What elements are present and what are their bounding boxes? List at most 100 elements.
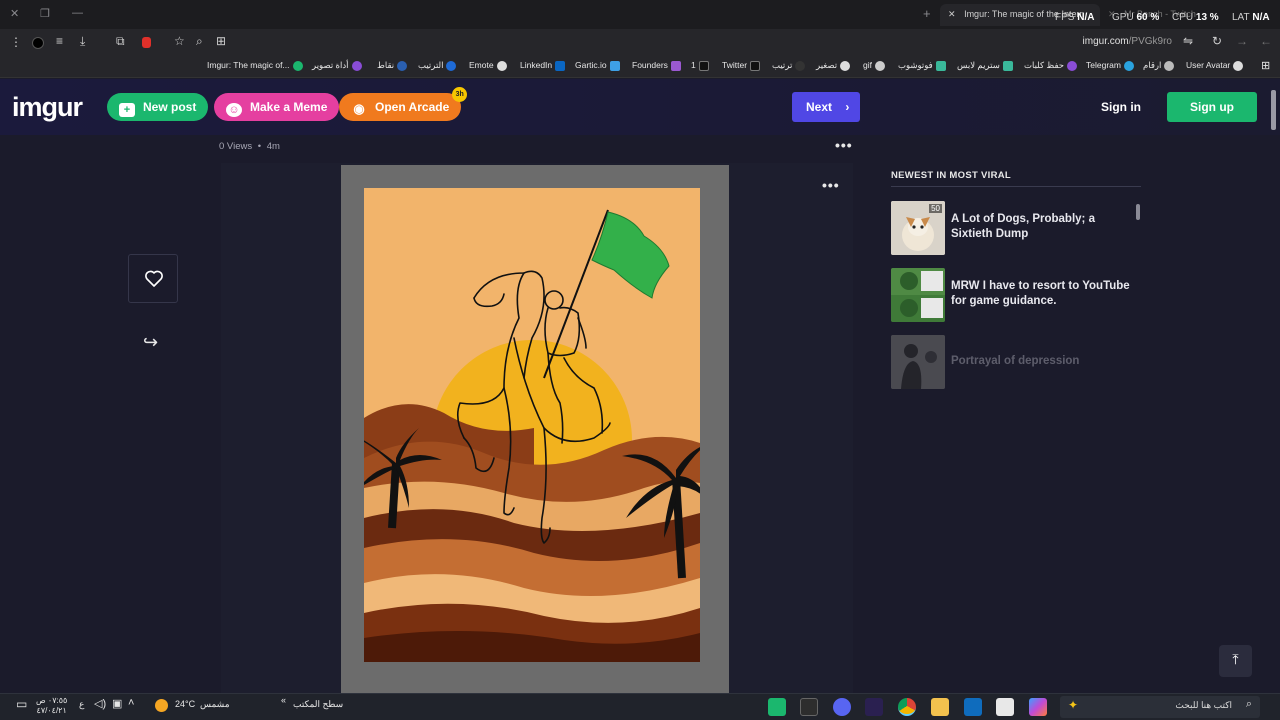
make-meme-button[interactable]: ☺ Make a Meme <box>214 93 340 121</box>
viral-post-item[interactable]: 50 A Lot of Dogs, Probably; a Sixtieth D… <box>891 201 1141 255</box>
desktop-toolbar-label[interactable]: سطح المكتب <box>293 699 343 710</box>
meme-face-icon: ☺ <box>226 103 242 117</box>
taskbar-search-box[interactable]: ✦ اكتب هنا للبحث ⌕ <box>1060 696 1260 718</box>
close-tab-icon[interactable]: ✕ <box>948 9 956 19</box>
bookmark-item[interactable]: gif <box>863 60 885 71</box>
all-bookmarks-icon[interactable]: ⊞ <box>1261 59 1270 72</box>
outlook-icon[interactable] <box>964 698 982 716</box>
reload-icon[interactable]: ↻ <box>1212 34 1222 48</box>
bookmark-item[interactable]: LinkedIn <box>520 60 566 71</box>
file-explorer-icon[interactable] <box>931 698 949 716</box>
share-arrow-icon[interactable]: ↪ <box>143 332 158 353</box>
circle-favicon-icon <box>840 60 851 71</box>
menu-dots-icon[interactable]: ⋮ <box>10 35 22 49</box>
viral-post-title: MRW I have to resort to YouTube for game… <box>951 280 1130 307</box>
profile-avatar-icon[interactable] <box>32 37 44 49</box>
bookmark-item[interactable]: Imgur: The magic of... <box>207 60 303 71</box>
gamepad-icon: ◉ <box>353 101 365 116</box>
weather-temp[interactable]: 24°C <box>175 699 195 709</box>
minimize-window-icon[interactable]: — <box>72 7 83 19</box>
new-post-label: New post <box>143 100 197 114</box>
volume-icon[interactable]: ◁) <box>94 697 106 710</box>
arcade-badge: 3h <box>452 87 468 102</box>
playlist-icon[interactable]: ≡ <box>56 34 63 48</box>
page-scrollbar[interactable] <box>1271 90 1276 130</box>
bookmark-item[interactable]: Gartic.io <box>575 60 620 71</box>
translate-icon[interactable]: ⊞ <box>216 34 226 48</box>
discord-icon[interactable] <box>833 698 851 716</box>
meta-separator: • <box>257 141 262 152</box>
favorite-button[interactable] <box>128 254 178 303</box>
plus-icon: + <box>119 103 135 117</box>
bookmark-item[interactable]: 1 <box>691 60 709 71</box>
restore-window-icon[interactable]: ❐ <box>40 7 50 20</box>
epic-games-icon[interactable] <box>800 698 818 716</box>
windows-taskbar: ▭ ٠٧:٥٥ ص ٤٧/٠٤/٢١ ع ◁) ▣ ˄ 24°C مشمس « … <box>0 693 1280 720</box>
download-icon[interactable]: ⤓ <box>80 34 85 49</box>
viral-post-item[interactable]: Portrayal of depression <box>891 335 1141 389</box>
bookmark-item[interactable]: Emote <box>469 60 507 71</box>
new-post-button[interactable]: + New post <box>107 93 209 121</box>
back-to-top-button[interactable]: ⤒ <box>1219 645 1252 677</box>
site-settings-icon[interactable]: ⇋ <box>1183 34 1193 48</box>
new-tab-icon[interactable]: + <box>923 6 931 21</box>
bookmark-item[interactable]: Telegram <box>1086 60 1134 71</box>
bookmark-label: 1 <box>691 60 696 70</box>
forward-icon[interactable]: → <box>1236 34 1248 48</box>
imgur-logo[interactable]: imgur <box>12 92 83 123</box>
bookmark-item[interactable]: ستريم لابس <box>957 60 1013 71</box>
bookmark-item[interactable]: تصغير <box>816 60 851 71</box>
store-icon[interactable] <box>996 698 1014 716</box>
network-icon[interactable]: ▣ <box>112 697 122 710</box>
shield-extension-icon[interactable] <box>142 37 151 48</box>
image-options-icon[interactable]: ••• <box>822 177 840 193</box>
bookmarks-bar: Imgur: The magic of... أداة تصوير نقاط ا… <box>0 56 1280 78</box>
back-icon[interactable]: ← <box>1260 34 1272 48</box>
viral-post-item[interactable]: MRW I have to resort to YouTube for game… <box>891 268 1141 322</box>
next-label: Next <box>806 100 833 114</box>
post-options-icon[interactable]: ••• <box>835 137 853 153</box>
open-arcade-button[interactable]: ◉ Open Arcade 3h <box>339 87 468 121</box>
cpu-value: 13 % <box>1195 12 1219 23</box>
extensions-icon[interactable]: ⧉ <box>116 34 125 49</box>
close-window-icon[interactable]: ✕ <box>10 7 19 20</box>
gpu-value: 60 % <box>1136 12 1160 23</box>
bookmark-item[interactable]: أداة تصوير <box>312 60 362 71</box>
url-field[interactable]: imgur.com/PVGk9ro <box>1083 36 1172 47</box>
copilot-icon[interactable] <box>1029 698 1047 716</box>
gif-favicon-icon <box>874 60 885 71</box>
fps-overlay: FPS N/A <box>1055 12 1094 23</box>
next-post-button[interactable]: Next › <box>792 92 860 122</box>
bookmark-item[interactable]: ترتيب <box>772 60 806 71</box>
bookmark-item[interactable]: الترتيب <box>418 60 457 71</box>
bookmark-item[interactable]: حفظ كلبات <box>1024 60 1078 71</box>
numbers-favicon-icon <box>1164 60 1175 71</box>
clock[interactable]: ٠٧:٥٥ ص ٤٧/٠٤/٢١ <box>36 696 67 716</box>
bookmark-item[interactable]: Twitter <box>722 60 761 71</box>
chrome-icon[interactable] <box>898 698 916 716</box>
sign-in-link[interactable]: Sign in <box>1101 100 1141 114</box>
linkedin-favicon-icon <box>555 60 566 71</box>
emote-favicon-icon <box>496 60 507 71</box>
desktop-chevron-icon[interactable]: « <box>281 695 286 705</box>
bookmark-label: Twitter <box>722 60 748 70</box>
imgur-app-icon[interactable] <box>768 698 786 716</box>
bookmark-label: Gartic.io <box>575 60 607 70</box>
hulk-thumbnail-icon <box>891 268 945 322</box>
notification-icon[interactable]: ▭ <box>16 697 27 711</box>
sign-up-button[interactable]: Sign up <box>1167 92 1257 122</box>
chevron-up-icon[interactable]: ˄ <box>128 697 134 709</box>
bookmark-label: ارقام <box>1143 60 1162 70</box>
bookmark-item[interactable]: فوتوشوب <box>898 60 946 71</box>
bookmark-star-icon[interactable]: ☆ <box>174 34 185 48</box>
zoom-icon[interactable]: ⌕ <box>196 34 203 49</box>
cpu-label: CPU <box>1172 12 1194 23</box>
bookmark-item[interactable]: Founders <box>632 60 681 71</box>
bookmark-label: LinkedIn <box>520 60 553 70</box>
bookmark-item[interactable]: User Avatar <box>1186 60 1244 71</box>
bookmark-item[interactable]: نقاط <box>377 60 408 71</box>
language-indicator[interactable]: ع <box>79 699 84 710</box>
next-app-icon[interactable] <box>865 698 883 716</box>
bookmark-item[interactable]: ارقام <box>1143 60 1175 71</box>
weather-text[interactable]: مشمس <box>200 699 230 710</box>
